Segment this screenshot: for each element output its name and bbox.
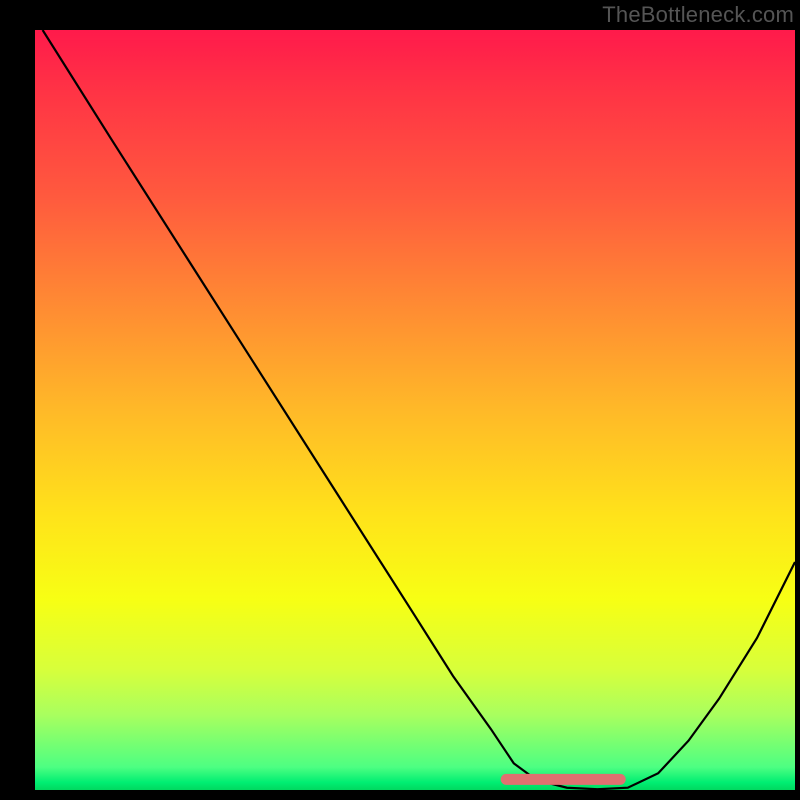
chart-svg	[35, 30, 795, 790]
bottleneck-curve	[43, 30, 795, 789]
watermark-text: TheBottleneck.com	[602, 2, 794, 28]
plot-area	[35, 30, 795, 790]
chart-container: TheBottleneck.com	[0, 0, 800, 800]
